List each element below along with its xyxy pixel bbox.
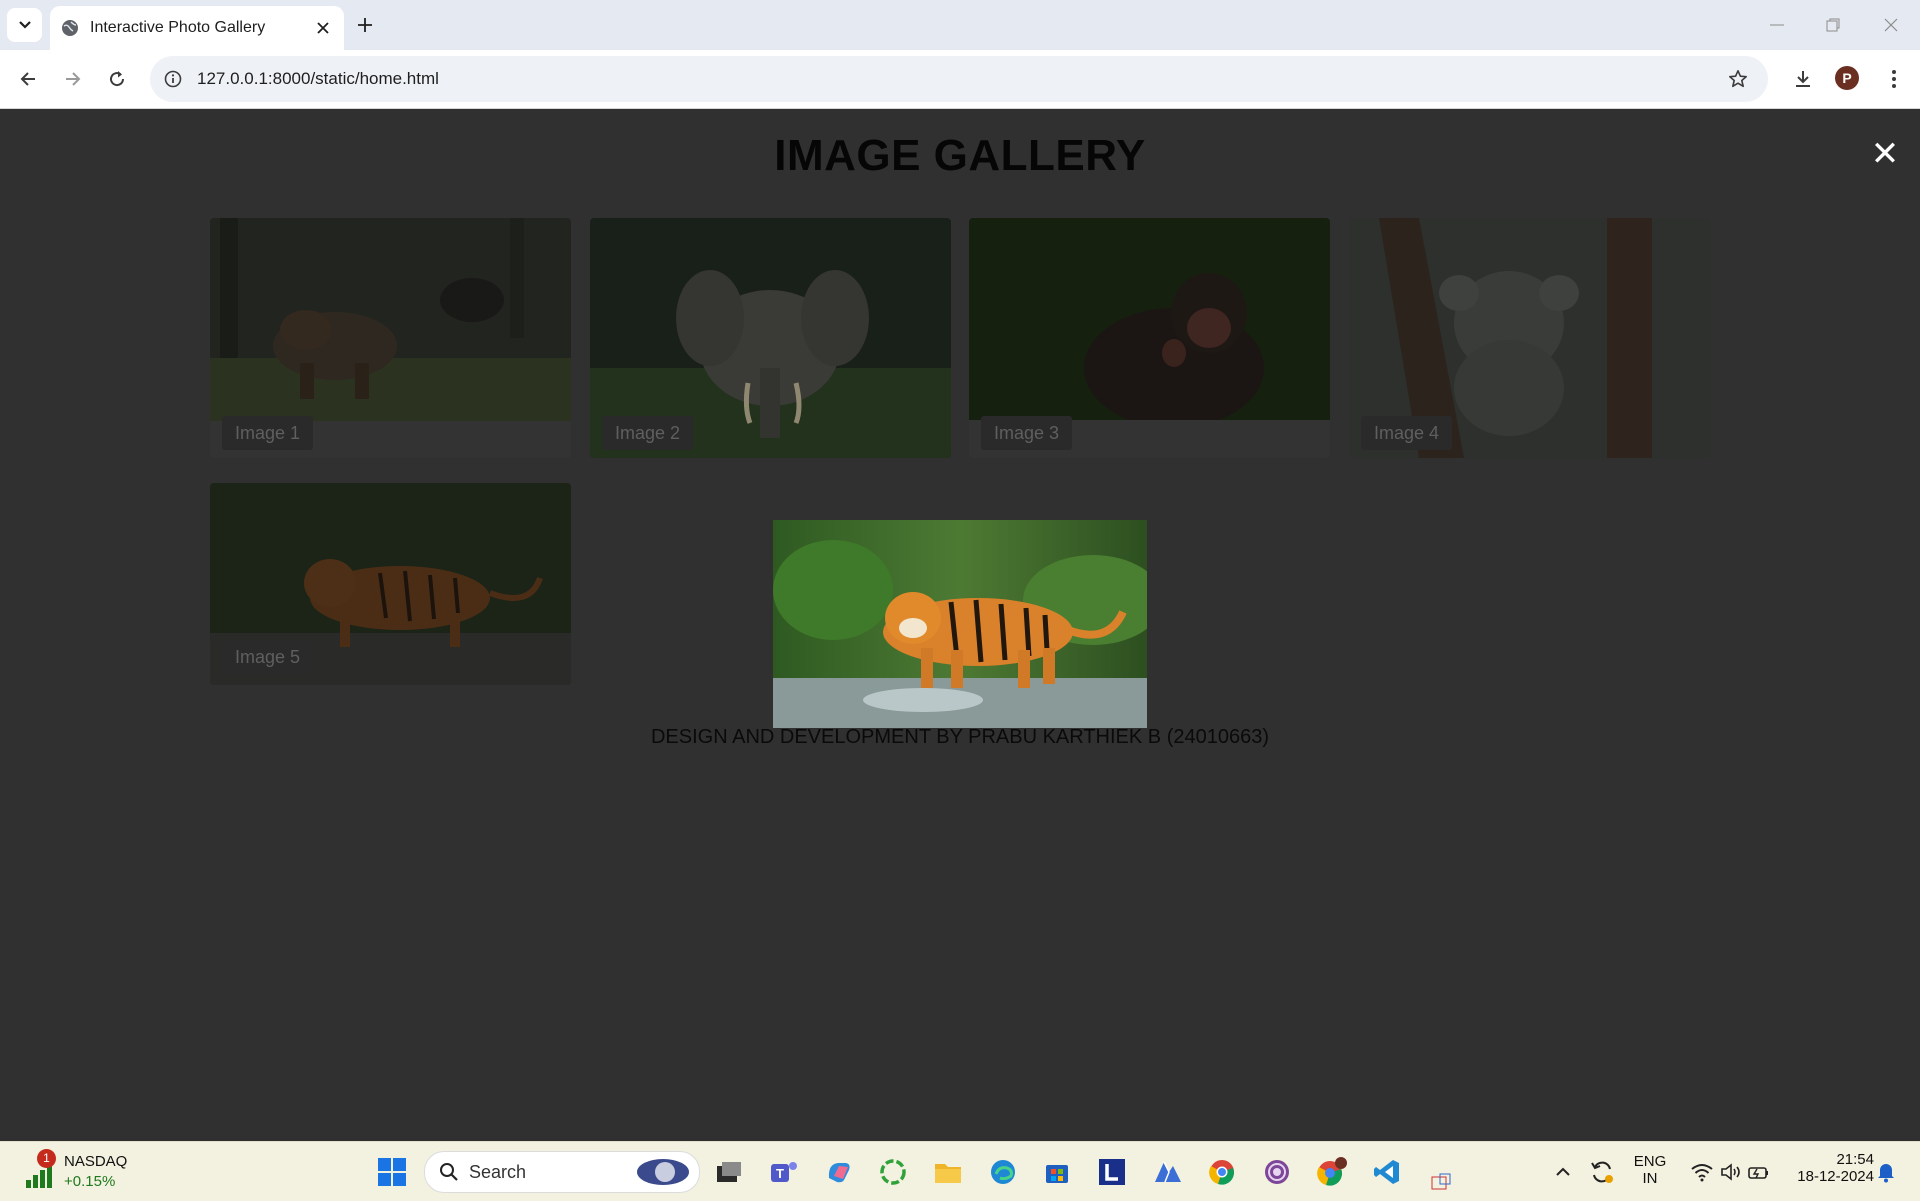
back-button[interactable] (13, 64, 43, 94)
loading-circle-icon[interactable] (875, 1154, 911, 1190)
search-icon (440, 1163, 458, 1181)
language-code: ENG (1633, 1153, 1667, 1170)
more-vertical-icon (1892, 70, 1896, 88)
search-label: Search (469, 1162, 527, 1182)
lightbox-close-button[interactable]: ✕ (1870, 137, 1900, 171)
page-title: IMAGE GALLERY (774, 131, 1146, 180)
gallery-page: IMAGE GALLERY ✕ Image 1 Image 2 Image 3 … (0, 109, 1920, 1141)
restore-icon (1826, 18, 1840, 32)
snipping-tool-icon[interactable] (1430, 1172, 1454, 1192)
tab-search-button[interactable] (7, 8, 42, 42)
gallery-card-5[interactable]: Image 5 (210, 483, 571, 685)
ticker-change: +0.15% (64, 1173, 116, 1190)
language-indicator[interactable]: ENG IN (1630, 1153, 1670, 1187)
battery-icon (1748, 1167, 1768, 1179)
minimize-icon (1770, 24, 1784, 26)
system-status-button[interactable] (1680, 1154, 1780, 1190)
search-highlight-icon (637, 1159, 689, 1185)
edge-icon[interactable] (985, 1154, 1021, 1190)
gallery-card-3[interactable]: Image 3 (969, 218, 1330, 458)
gallery-card-1[interactable]: Image 1 (210, 218, 571, 458)
arrow-left-icon (20, 72, 35, 86)
svg-text:T: T (776, 1166, 784, 1181)
info-icon (164, 70, 182, 88)
reload-button[interactable] (102, 64, 132, 94)
lightbox-image[interactable] (773, 520, 1147, 728)
credits-text: DESIGN AND DEVELOPMENT BY PRABU KARTHIEK… (650, 726, 1269, 748)
copilot-icon[interactable] (821, 1154, 857, 1190)
time-text: 21:54 (1836, 1151, 1874, 1168)
stock-widget[interactable]: 1 NASDAQ +0.15% (24, 1149, 154, 1194)
browser-tab-bar: Interactive Photo Gallery (0, 0, 1920, 50)
bookmark-button[interactable] (1726, 67, 1750, 91)
download-icon (1796, 71, 1810, 87)
taskbar-search[interactable]: Search (424, 1151, 700, 1193)
image-caption: Image 4 (1361, 416, 1453, 450)
notification-button[interactable] (1874, 1154, 1898, 1190)
restore-button[interactable] (1810, 10, 1856, 40)
downloads-button[interactable] (1788, 64, 1818, 94)
image-caption: Image 1 (222, 416, 314, 450)
azure-icon[interactable] (1150, 1154, 1186, 1190)
bear-photo (210, 218, 571, 421)
chevron-up-icon (1556, 1167, 1570, 1176)
chrome-icon[interactable] (1204, 1154, 1240, 1190)
region-code: IN (1642, 1170, 1658, 1187)
tor-browser-icon[interactable] (1259, 1154, 1295, 1190)
wifi-icon (1691, 1164, 1713, 1182)
date-text: 18-12-2024 (1797, 1168, 1874, 1185)
address-bar[interactable]: 127.0.0.1:8000/static/home.html (150, 56, 1768, 102)
l-app-icon[interactable] (1094, 1154, 1130, 1190)
tab-close-button[interactable] (312, 17, 334, 39)
url-text[interactable]: 127.0.0.1:8000/static/home.html (197, 69, 439, 89)
taskbar: 1 NASDAQ +0.15% Search T ENG IN 21:54 18… (0, 1141, 1920, 1201)
store-icon[interactable] (1039, 1154, 1075, 1190)
volume-icon (1721, 1163, 1740, 1181)
site-info-button[interactable] (162, 68, 184, 90)
bell-icon (1878, 1164, 1894, 1183)
tab-title: Interactive Photo Gallery (90, 19, 266, 36)
notification-badge: 1 (37, 1149, 56, 1168)
tiger-photo (773, 520, 1147, 728)
arrow-right-icon (66, 72, 81, 86)
chevron-down-icon (18, 21, 31, 29)
globe-icon (62, 20, 78, 36)
plus-icon (358, 18, 372, 32)
browser-menu-button[interactable] (1879, 64, 1909, 94)
close-icon (317, 22, 329, 34)
start-button[interactable] (374, 1154, 410, 1190)
browser-toolbar: 127.0.0.1:8000/static/home.html (0, 50, 1920, 109)
chrome-profile-icon[interactable] (1314, 1154, 1350, 1190)
star-icon (1729, 70, 1747, 88)
new-tab-button[interactable] (352, 12, 378, 38)
image-caption: Image 3 (981, 416, 1073, 450)
ticker-name: NASDAQ (64, 1153, 128, 1170)
profile-avatar[interactable]: P (1835, 66, 1859, 90)
gallery-card-4[interactable]: Image 4 (1349, 218, 1710, 458)
forward-button[interactable] (58, 64, 88, 94)
vscode-icon[interactable] (1369, 1154, 1405, 1190)
windows-icon (378, 1158, 406, 1186)
window-close-button[interactable] (1868, 10, 1914, 40)
browser-tab[interactable]: Interactive Photo Gallery (50, 6, 344, 50)
sync-icon[interactable] (1584, 1154, 1620, 1190)
task-view-icon[interactable] (711, 1154, 747, 1190)
chimpanzee-photo (969, 218, 1330, 420)
close-icon (1884, 18, 1898, 32)
minimize-button[interactable] (1754, 10, 1800, 40)
clock[interactable]: 21:54 18-12-2024 (1784, 1151, 1874, 1185)
reload-icon (110, 71, 125, 87)
file-explorer-icon[interactable] (930, 1154, 966, 1190)
teams-icon[interactable]: T (766, 1154, 802, 1190)
show-hidden-icons-button[interactable] (1545, 1154, 1581, 1190)
image-caption: Image 2 (602, 416, 694, 450)
gallery-card-2[interactable]: Image 2 (590, 218, 951, 458)
image-caption: Image 5 (222, 640, 314, 674)
